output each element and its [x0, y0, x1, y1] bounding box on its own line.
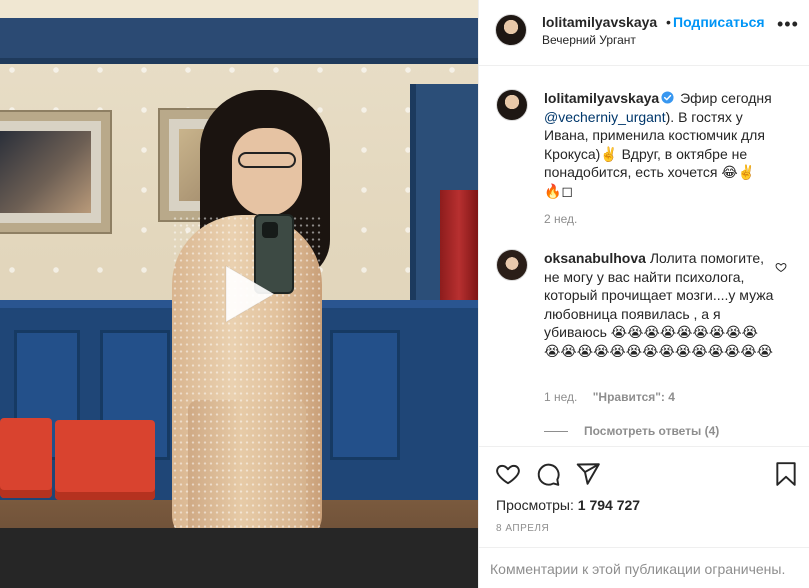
view-replies-button[interactable]: Посмотреть ответы (4) — [544, 424, 719, 438]
heart-icon[interactable] — [495, 461, 521, 487]
play-icon[interactable] — [204, 254, 284, 334]
media-glasses — [238, 152, 296, 168]
avatar[interactable] — [496, 89, 528, 121]
avatar[interactable] — [496, 249, 528, 281]
comment-time[interactable]: 1 нед. — [544, 390, 577, 404]
comment-body: Лолита помогите, не могу у вас найти пси… — [544, 250, 774, 359]
caption-text: lolitamilyavskaya Эфир сегодня @vecherni… — [544, 89, 774, 200]
follow-button[interactable]: Подписаться — [673, 14, 765, 30]
caption-mention-link[interactable]: @vecherniy_urgant — [544, 109, 666, 125]
post-sidebar: lolitamilyavskaya • Подписаться Вечерний… — [478, 0, 809, 588]
location-link[interactable]: Вечерний Ургант — [542, 33, 636, 47]
media-picture-frame — [0, 112, 110, 232]
media-beam — [0, 18, 478, 64]
comment-username[interactable]: oksanabulhova — [544, 250, 646, 266]
verified-badge-icon — [661, 91, 674, 104]
post-actions: Просмотры: 1 794 727 8 АПРЕЛЯ Комментари… — [479, 446, 809, 586]
media-table — [0, 528, 478, 588]
header-username[interactable]: lolitamilyavskaya — [542, 14, 657, 30]
media-panel — [330, 330, 400, 460]
comment-likes[interactable]: "Нравится": 4 — [593, 390, 675, 404]
share-icon[interactable] — [575, 461, 601, 487]
media-phone-camera — [262, 222, 278, 238]
avatar[interactable] — [495, 14, 527, 46]
comment-icon[interactable] — [535, 461, 561, 487]
view-replies-label: Посмотреть ответы (4) — [584, 424, 720, 438]
bookmark-icon[interactable] — [773, 461, 799, 487]
comment-text: oksanabulhova Лолита помогите, не могу у… — [544, 249, 774, 360]
views-value: 1 794 727 — [577, 497, 641, 513]
caption-body-start: Эфир сегодня — [680, 90, 772, 106]
post-date[interactable]: 8 АПРЕЛЯ — [496, 523, 549, 534]
media-person-face — [232, 128, 302, 216]
caption-time[interactable]: 2 нед. — [544, 212, 577, 226]
caption-username[interactable]: lolitamilyavskaya — [544, 90, 659, 106]
media-sofa — [55, 420, 155, 500]
views-count[interactable]: Просмотры: 1 794 727 — [496, 497, 640, 513]
media-sofa — [0, 418, 52, 498]
post-header: lolitamilyavskaya • Подписаться Вечерний… — [479, 0, 809, 66]
heart-outline-icon[interactable] — [775, 261, 787, 273]
replies-line — [544, 431, 568, 433]
header-separator: • — [666, 14, 671, 30]
comments-restricted-notice: Комментарии к этой публикации ограничены… — [479, 547, 809, 588]
more-icon[interactable]: ••• — [777, 14, 799, 35]
comment-meta: 1 нед. "Нравится": 4 — [544, 390, 675, 404]
comments-section: lolitamilyavskaya Эфир сегодня @vecherni… — [479, 67, 809, 445]
views-label: Просмотры: — [496, 497, 574, 513]
post-media[interactable] — [0, 0, 478, 588]
